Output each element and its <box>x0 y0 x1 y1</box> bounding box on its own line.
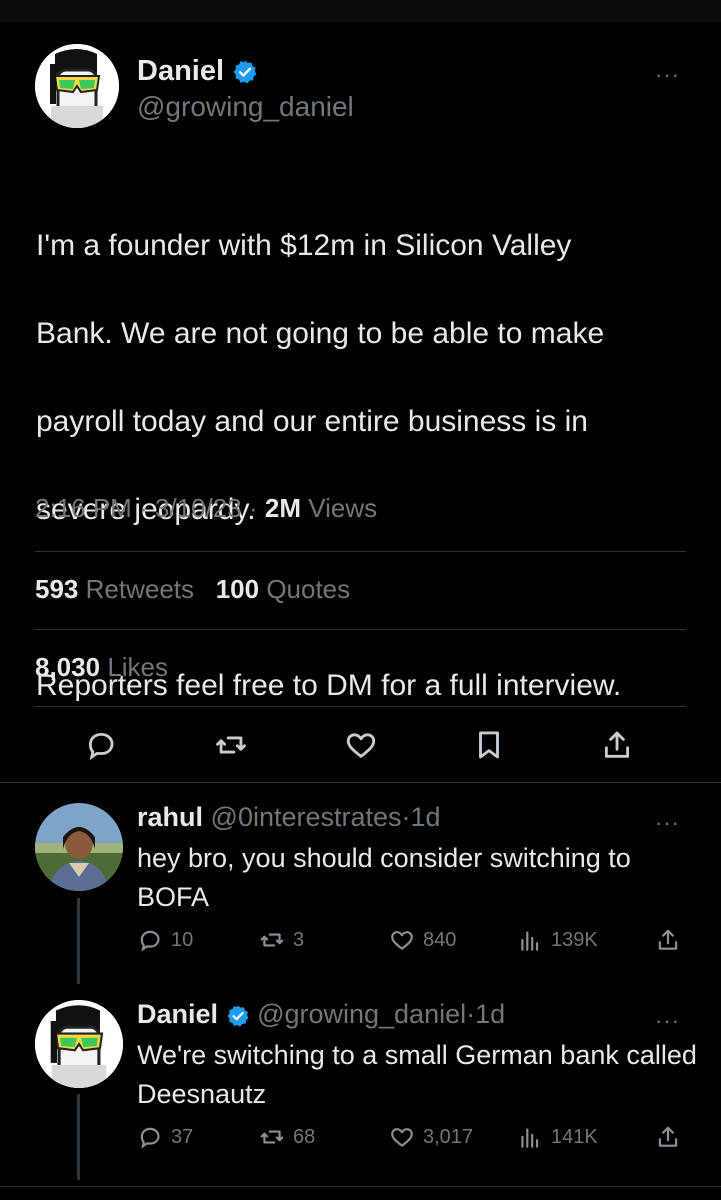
quotes-label: Quotes <box>266 574 351 604</box>
retweet-count: 3 <box>293 928 305 951</box>
thread-line <box>77 898 80 984</box>
views-button[interactable]: 141K <box>517 1124 598 1150</box>
share-icon <box>604 731 630 758</box>
likes-label: Likes <box>107 652 169 682</box>
avatar-image <box>35 803 123 891</box>
reply-action-bar: 10 3 840 139K <box>137 927 697 957</box>
like-button[interactable] <box>344 728 378 767</box>
share-icon <box>658 929 678 950</box>
share-button[interactable] <box>600 728 634 767</box>
reply-text: hey bro, you should consider switching t… <box>137 843 631 912</box>
reply-header: rahul @0interestrates·1d <box>137 802 441 833</box>
quotes-count: 100 <box>215 574 260 604</box>
share-button[interactable] <box>655 1124 681 1150</box>
avatar[interactable] <box>35 44 119 128</box>
author-name[interactable]: Daniel <box>137 999 218 1029</box>
divider <box>0 1186 721 1187</box>
reply-count: 10 <box>171 928 194 951</box>
retweet-button[interactable]: 68 <box>259 1124 315 1150</box>
divider <box>35 706 686 707</box>
more-options-icon[interactable]: ··· <box>655 64 680 86</box>
reply-age[interactable]: 1d <box>475 999 505 1029</box>
reply-button[interactable]: 10 <box>137 927 193 953</box>
likes-stat[interactable]: 8,030 Likes <box>35 652 168 683</box>
reply-button[interactable] <box>84 728 118 767</box>
views-chart-icon <box>521 1128 539 1148</box>
like-button[interactable]: 3,017 <box>389 1124 473 1150</box>
retweets-count: 593 <box>35 574 79 604</box>
retweet-quote-stats: 593 Retweets 100 Quotes <box>35 574 350 605</box>
meta-separator: · <box>466 999 476 1029</box>
reply-icon <box>88 732 114 761</box>
like-icon <box>391 931 413 950</box>
view-count: 141K <box>551 1125 598 1148</box>
tweet-text-line: payroll today and our entire business is… <box>36 405 588 438</box>
author-name[interactable]: rahul <box>137 802 203 832</box>
like-count: 3,017 <box>423 1125 474 1148</box>
divider <box>0 782 721 783</box>
retweet-count: 68 <box>293 1125 316 1148</box>
verified-badge-icon <box>227 1005 249 1027</box>
retweets-stat[interactable]: 593 Retweets <box>35 574 194 604</box>
meta-separator: · <box>248 493 258 523</box>
view-count: 139K <box>551 928 598 951</box>
like-count: 840 <box>423 928 457 951</box>
views-button[interactable]: 139K <box>517 927 598 953</box>
like-icon <box>391 1128 413 1147</box>
like-icon <box>346 733 376 758</box>
tweet-text-line: I'm a founder with $12m in Silicon Valle… <box>36 229 572 262</box>
views-count: 2M <box>264 493 301 523</box>
thread-line <box>77 1094 80 1180</box>
reply-icon <box>140 930 160 952</box>
tweet-text-line: Bank. We are not going to be able to mak… <box>36 317 605 350</box>
likes-count: 8,030 <box>35 652 101 682</box>
tweet-date[interactable]: 3/10/23 <box>155 493 242 523</box>
author-handle[interactable]: @growing_daniel <box>137 91 354 123</box>
views-label: Views <box>308 493 378 523</box>
reply-button[interactable]: 37 <box>137 1124 193 1150</box>
more-options-icon[interactable]: ··· <box>655 812 680 834</box>
retweets-label: Retweets <box>85 574 195 604</box>
bookmark-icon <box>479 731 499 759</box>
divider <box>35 629 686 630</box>
avatar[interactable] <box>35 1000 123 1088</box>
avatar-image <box>35 1000 123 1088</box>
meta-separator: · <box>139 493 148 523</box>
reply-header: Daniel @growing_daniel·1d <box>137 999 505 1030</box>
reply-age[interactable]: 1d <box>411 802 441 832</box>
meta-separator: · <box>401 802 411 832</box>
retweet-button[interactable]: 3 <box>259 927 304 953</box>
author-handle[interactable]: @0interestrates <box>211 802 402 832</box>
reply-icon <box>140 1127 160 1149</box>
retweet-button[interactable] <box>214 728 248 767</box>
divider <box>35 551 686 552</box>
author-name[interactable]: Daniel <box>137 55 224 87</box>
more-options-icon[interactable]: ··· <box>655 1010 680 1032</box>
views-chart-icon <box>521 931 539 951</box>
retweet-icon <box>260 933 284 947</box>
retweet-icon <box>216 736 246 754</box>
avatar[interactable] <box>35 803 123 891</box>
reply-count: 37 <box>171 1125 194 1148</box>
share-icon <box>658 1126 678 1147</box>
like-button[interactable]: 840 <box>389 927 456 953</box>
top-strip <box>0 0 721 22</box>
tweet-time[interactable]: 2:16 PM <box>35 493 132 523</box>
reply-text: We're switching to a small German bank c… <box>137 1040 697 1109</box>
author-name-row[interactable]: Daniel <box>137 55 258 88</box>
quotes-stat[interactable]: 100 Quotes <box>216 574 350 604</box>
avatar-image <box>35 44 119 128</box>
bookmark-button[interactable] <box>472 728 506 767</box>
share-button[interactable] <box>655 927 681 953</box>
verified-badge-icon <box>233 60 257 84</box>
retweet-icon <box>260 1130 284 1144</box>
tweet-meta: 2:16 PM · 3/10/23 · 2M Views <box>35 493 377 524</box>
author-handle[interactable]: @growing_daniel <box>257 999 466 1029</box>
reply-action-bar: 37 68 3,017 141K <box>137 1124 697 1154</box>
